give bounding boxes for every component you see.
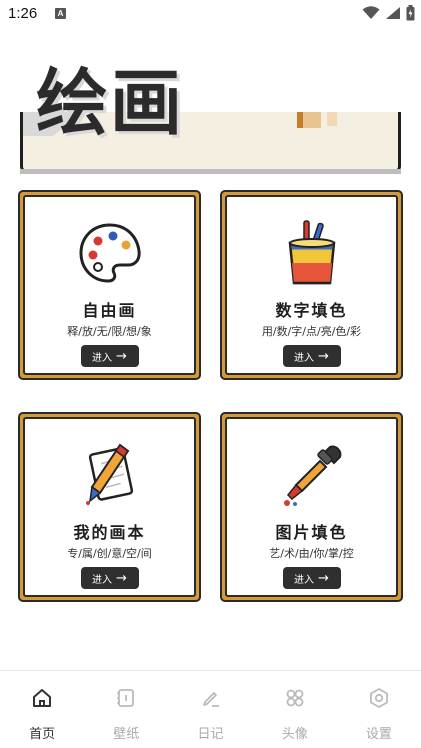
settings-icon: [370, 688, 388, 708]
card-subtitle: 释/放/无/限/想/象: [67, 325, 152, 338]
enter-button[interactable]: 进入 →: [282, 567, 341, 589]
home-icon: [33, 689, 52, 707]
dropper-icon: [283, 445, 341, 506]
arrow-right-icon: →: [116, 348, 127, 364]
nav-label: 日记: [197, 727, 224, 742]
wallpaper-icon: [117, 689, 135, 707]
card-title: 我的画本: [73, 523, 146, 542]
card-inner: 自由画 释/放/无/限/想/象 进入 →: [23, 195, 196, 375]
card-number-fill[interactable]: 数字填色 用/数/字/点/亮/色/彩 进入 →: [220, 190, 403, 380]
card-my-sketchbook[interactable]: 我的画本 专/属/创/意/空/间 进入 →: [18, 412, 201, 602]
card-inner: 数字填色 用/数/字/点/亮/色/彩 进入 →: [225, 195, 398, 375]
nav-item-home[interactable]: 首页: [0, 671, 84, 748]
nav-item-diary[interactable]: 日记: [168, 671, 252, 748]
arrow-right-icon: →: [318, 570, 329, 586]
enter-button-label: 进入: [294, 352, 315, 364]
nav-item-avatar[interactable]: 头像: [253, 671, 337, 748]
card-free-draw[interactable]: 自由画 释/放/无/限/想/象 进入 →: [18, 190, 201, 380]
bottom-nav: 首页 壁纸 日记 头像 设置: [0, 670, 421, 748]
wifi-icon: [362, 6, 380, 19]
banner-shadow: [20, 169, 401, 174]
status-bar: 1:26 A: [0, 0, 421, 28]
enter-button-label: 进入: [294, 574, 315, 586]
edit-icon: [202, 692, 219, 707]
grid-icon: [286, 689, 304, 707]
enter-button[interactable]: 进入 →: [282, 345, 341, 367]
status-icons: [362, 5, 415, 21]
notification-icon: A: [55, 8, 66, 19]
nav-label: 设置: [365, 727, 392, 742]
enter-button[interactable]: 进入 →: [80, 567, 139, 589]
card-inner: 我的画本 专/属/创/意/空/间 进入 →: [23, 417, 196, 597]
enter-button-label: 进入: [92, 574, 113, 586]
card-inner: 图片填色 艺/术/由/你/掌/控 进入 →: [225, 417, 398, 597]
card-subtitle: 专/属/创/意/空/间: [67, 547, 152, 560]
nav-item-settings[interactable]: 设置: [337, 671, 421, 748]
nav-label: 首页: [29, 727, 56, 742]
status-time: 1:26: [8, 5, 38, 22]
card-title: 数字填色: [275, 301, 348, 320]
nav-item-wallpaper[interactable]: 壁纸: [84, 671, 168, 748]
pen-notebook-icon: [85, 443, 133, 505]
card-image-fill[interactable]: 图片填色 艺/术/由/你/掌/控 进入 →: [220, 412, 403, 602]
battery-icon: [406, 5, 415, 21]
paint-bucket-icon: [288, 220, 335, 285]
card-subtitle: 艺/术/由/你/掌/控: [269, 547, 354, 560]
enter-button-label: 进入: [92, 352, 113, 364]
nav-label: 头像: [281, 727, 308, 742]
banner[interactable]: 绘画: [18, 28, 403, 174]
nav-label: 壁纸: [113, 727, 140, 742]
banner-title: 绘画: [36, 61, 185, 145]
arrow-right-icon: →: [318, 348, 329, 364]
palette-icon: [78, 223, 141, 283]
card-title: 图片填色: [275, 523, 348, 542]
card-subtitle: 用/数/字/点/亮/色/彩: [261, 325, 362, 338]
arrow-right-icon: →: [116, 570, 127, 586]
signal-icon: [386, 7, 400, 19]
enter-button[interactable]: 进入 →: [80, 345, 139, 367]
card-title: 自由画: [82, 301, 137, 320]
